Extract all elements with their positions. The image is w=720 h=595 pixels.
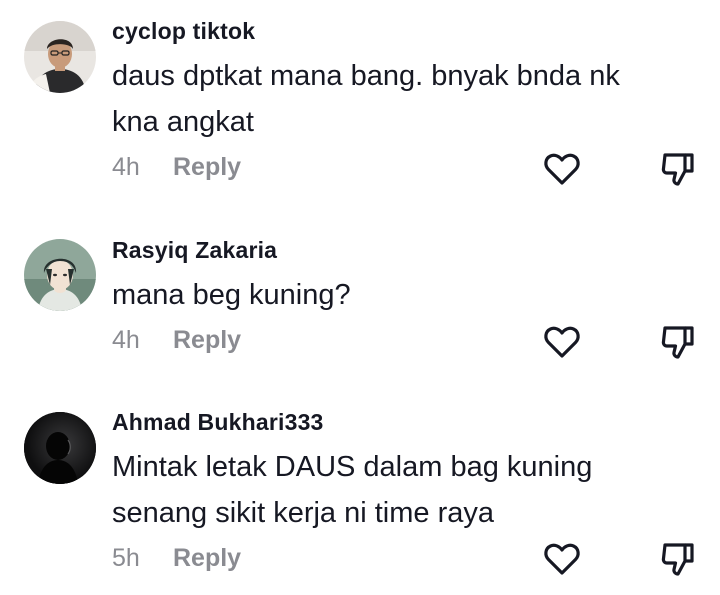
thumbs-down-icon xyxy=(661,543,694,576)
username[interactable]: Rasyiq Zakaria xyxy=(112,237,277,264)
comment-text: mana beg kuning? xyxy=(112,279,351,311)
comment-text: Mintak letak DAUS dalam bag kuning senan… xyxy=(112,451,593,529)
user-photo-avatar-icon xyxy=(24,21,96,93)
reply-button[interactable]: Reply xyxy=(173,326,241,354)
thumbs-down-icon xyxy=(661,326,694,359)
dislike-button[interactable] xyxy=(658,539,698,579)
comment-meta: 5h Reply xyxy=(112,544,241,573)
dislike-button[interactable] xyxy=(658,322,698,362)
heart-icon xyxy=(544,153,580,185)
like-button[interactable] xyxy=(542,539,582,579)
username[interactable]: cyclop tiktok xyxy=(112,18,255,45)
reply-button[interactable]: Reply xyxy=(173,544,241,572)
username[interactable]: Ahmad Bukhari333 xyxy=(112,409,324,436)
dislike-button[interactable] xyxy=(658,149,698,189)
comment-text: daus dptkat mana bang. bnyak bnda nk kna… xyxy=(112,60,620,138)
heart-icon xyxy=(544,326,580,358)
timestamp: 5h xyxy=(112,544,140,572)
comment-item: Rasyiq Zakaria mana beg kuning? 4h Reply xyxy=(0,200,720,380)
avatar[interactable] xyxy=(24,239,96,311)
comment-meta: 4h Reply xyxy=(112,326,241,355)
timestamp: 4h xyxy=(112,153,140,181)
reply-button[interactable]: Reply xyxy=(173,153,241,181)
like-button[interactable] xyxy=(542,322,582,362)
like-button[interactable] xyxy=(542,149,582,189)
heart-icon xyxy=(544,543,580,575)
silhouette-avatar-icon xyxy=(24,412,96,484)
thumbs-down-icon xyxy=(661,153,694,186)
anime-character-avatar-icon xyxy=(24,239,96,311)
timestamp: 4h xyxy=(112,326,140,354)
comment-item: cyclop tiktok daus dptkat mana bang. bny… xyxy=(0,0,720,200)
avatar[interactable] xyxy=(24,21,96,93)
avatar[interactable] xyxy=(24,412,96,484)
comment-item: Ahmad Bukhari333 Mintak letak DAUS dalam… xyxy=(0,380,720,595)
comment-meta: 4h Reply xyxy=(112,153,241,182)
